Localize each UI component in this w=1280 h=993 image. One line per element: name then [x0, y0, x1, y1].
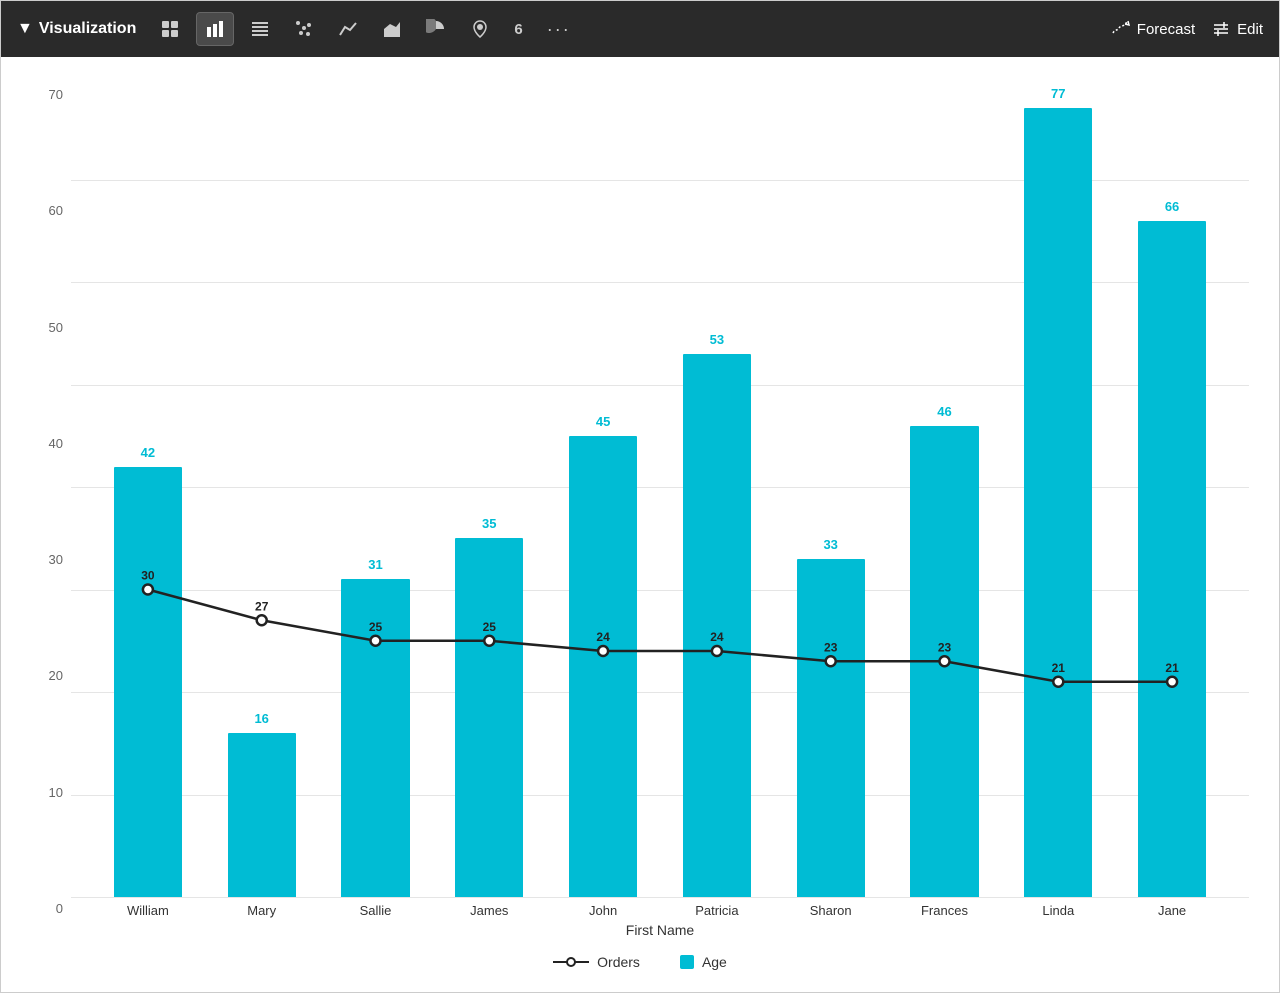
grid-line — [71, 897, 1249, 898]
bar[interactable]: 46 — [910, 426, 978, 898]
y-axis-label: 0 — [56, 901, 63, 916]
y-axis-label: 60 — [49, 203, 63, 218]
y-axis-label: 30 — [49, 552, 63, 567]
x-axis-label: William — [91, 903, 205, 918]
bar[interactable]: 33 — [797, 559, 865, 897]
y-axis-label: 70 — [49, 87, 63, 102]
bar-chart-icon — [205, 19, 225, 39]
scatter-icon-btn[interactable] — [286, 13, 322, 45]
bar-value-label: 45 — [596, 414, 610, 429]
bar-group[interactable]: 66 — [1115, 77, 1229, 897]
bar-value-label: 33 — [823, 537, 837, 552]
bars-container: 42163135455333467766 — [71, 77, 1249, 897]
edit-icon — [1211, 19, 1231, 39]
bar-value-label: 16 — [254, 711, 268, 726]
map-icon — [470, 19, 490, 39]
y-axis-label: 20 — [49, 668, 63, 683]
scatter-icon — [294, 19, 314, 39]
bar[interactable]: 35 — [455, 538, 523, 897]
chart-wrapper: 706050403020100 42163135455333467766 302… — [31, 77, 1249, 946]
bar-group[interactable]: 16 — [205, 77, 319, 897]
bar[interactable]: 42 — [114, 467, 182, 898]
toolbar: ▼ Visualization — [1, 1, 1279, 57]
area-icon-btn[interactable] — [374, 13, 410, 45]
forecast-label: Forecast — [1137, 21, 1195, 38]
bar[interactable]: 16 — [228, 733, 296, 897]
table-icon — [160, 19, 180, 39]
bar-group[interactable]: 77 — [1001, 77, 1115, 897]
bar[interactable]: 53 — [683, 354, 751, 897]
number-icon: 6 — [514, 21, 522, 38]
x-axis-label: Linda — [1001, 903, 1115, 918]
number-icon-btn[interactable]: 6 — [506, 15, 530, 44]
table-icon-btn[interactable] — [152, 13, 188, 45]
pie-icon-btn[interactable] — [418, 13, 454, 45]
text-table-icon-btn[interactable] — [242, 13, 278, 45]
more-icon-btn[interactable]: ··· — [539, 13, 579, 46]
x-axis-label: Sharon — [774, 903, 888, 918]
bar-group[interactable]: 33 — [774, 77, 888, 897]
text-table-icon — [250, 19, 270, 39]
bar[interactable]: 77 — [1024, 108, 1092, 897]
bar[interactable]: 31 — [341, 579, 409, 897]
x-axis-title: First Name — [71, 922, 1249, 938]
bar-value-label: 66 — [1165, 199, 1179, 214]
x-axis-label: Mary — [205, 903, 319, 918]
grid-and-bars: 42163135455333467766 3027252524242323212… — [71, 77, 1249, 897]
map-icon-btn[interactable] — [462, 13, 498, 45]
bar-value-label: 77 — [1051, 86, 1065, 101]
bar-value-label: 42 — [141, 445, 155, 460]
x-axis-label: John — [546, 903, 660, 918]
app-container: ▼ Visualization — [0, 0, 1280, 993]
bar-group[interactable]: 45 — [546, 77, 660, 897]
y-axis-label: 50 — [49, 320, 63, 335]
toolbar-right: Forecast Edit — [1111, 19, 1263, 39]
x-axis-label: Patricia — [660, 903, 774, 918]
legend-orders: Orders — [553, 954, 640, 970]
x-labels: WilliamMarySallieJamesJohnPatriciaSharon… — [71, 897, 1249, 918]
bar-group[interactable]: 35 — [432, 77, 546, 897]
edit-button[interactable]: Edit — [1211, 19, 1263, 39]
bar-group[interactable]: 31 — [319, 77, 433, 897]
toolbar-title: ▼ Visualization — [17, 20, 136, 38]
chart-legend: Orders Age — [31, 946, 1249, 982]
x-axis-label: James — [432, 903, 546, 918]
chart-area: 706050403020100 42163135455333467766 302… — [1, 57, 1279, 992]
bar-value-label: 35 — [482, 516, 496, 531]
bar-value-label: 46 — [937, 404, 951, 419]
bar-group[interactable]: 46 — [888, 77, 1002, 897]
forecast-button[interactable]: Forecast — [1111, 19, 1195, 39]
legend-age-label: Age — [702, 954, 727, 970]
bar-group[interactable]: 53 — [660, 77, 774, 897]
more-icon: ··· — [547, 19, 571, 40]
line-icon-btn[interactable] — [330, 13, 366, 45]
x-axis-label: Frances — [888, 903, 1002, 918]
bar-value-label: 53 — [710, 332, 724, 347]
dropdown-arrow[interactable]: ▼ — [17, 20, 33, 38]
bar-chart-icon-btn[interactable] — [196, 12, 234, 46]
bar[interactable]: 45 — [569, 436, 637, 897]
visualization-title: Visualization — [39, 20, 137, 38]
bar-value-label: 31 — [368, 557, 382, 572]
bar[interactable]: 66 — [1138, 221, 1206, 898]
y-axis-label: 40 — [49, 436, 63, 451]
bar-group[interactable]: 42 — [91, 77, 205, 897]
y-axis-label: 10 — [49, 785, 63, 800]
x-axis-label: Jane — [1115, 903, 1229, 918]
legend-age: Age — [680, 954, 727, 970]
forecast-icon — [1111, 19, 1131, 39]
chart-inner: 42163135455333467766 3027252524242323212… — [71, 77, 1249, 946]
x-axis-label: Sallie — [319, 903, 433, 918]
pie-icon — [426, 19, 446, 39]
legend-orders-label: Orders — [597, 954, 640, 970]
edit-label: Edit — [1237, 21, 1263, 38]
area-icon — [382, 19, 402, 39]
legend-age-square — [680, 955, 694, 969]
y-axis: 70 60 50 40 30 20 10 0 — [31, 77, 71, 946]
line-icon — [338, 19, 358, 39]
